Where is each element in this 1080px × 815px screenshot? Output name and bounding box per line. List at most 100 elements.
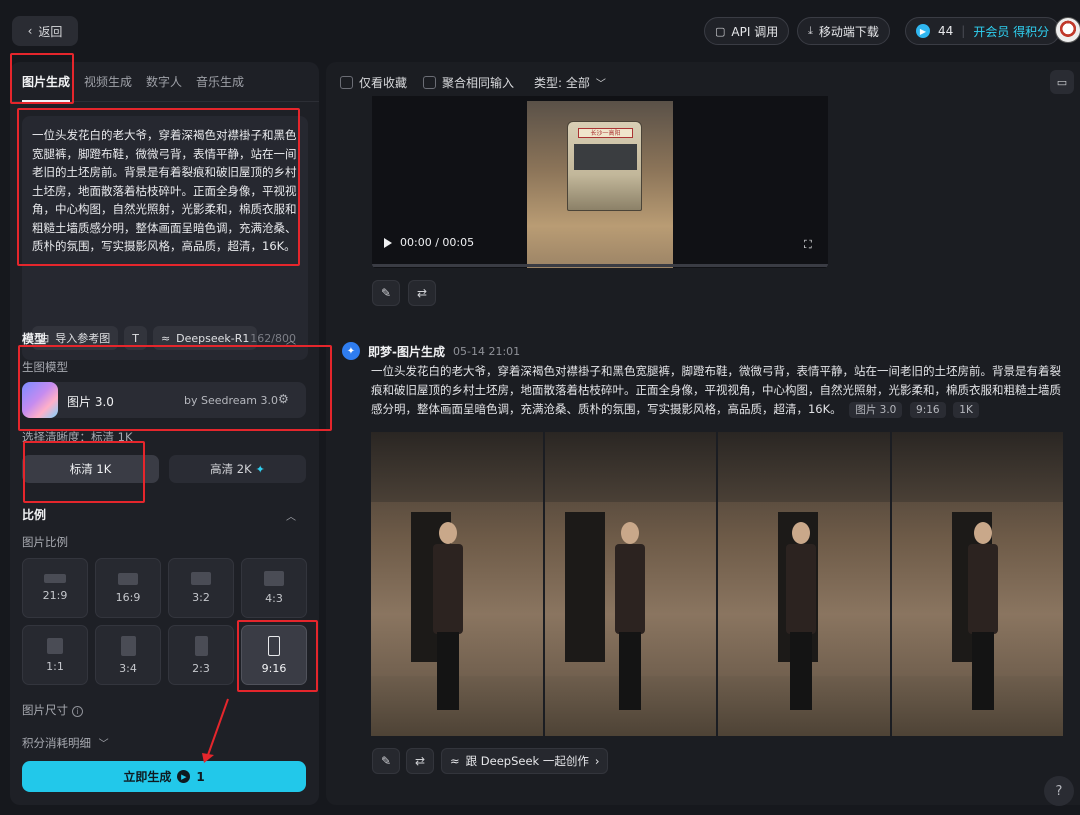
generated-image-1[interactable] [371, 432, 543, 736]
cost-detail-toggle[interactable]: 积分消耗明细 ﹀ [22, 735, 109, 751]
text-icon: T [132, 331, 139, 345]
video-frame: 长沙一高阳 [527, 101, 673, 268]
tab-video-generation[interactable]: 视频生成 [84, 62, 132, 102]
back-label: 返回 [38, 24, 63, 39]
download-label: 移动端下载 [818, 24, 879, 39]
chevron-down-icon: ﹀ [98, 739, 109, 750]
ratio-4-3[interactable]: 4:3 [241, 558, 307, 618]
generated-images [371, 432, 1063, 736]
generate-label: 立即生成 [123, 770, 172, 784]
old-man-figure [784, 522, 818, 712]
legs [971, 632, 994, 710]
chevron-down-icon: ﹀ [595, 79, 606, 90]
deepseek-create-label: 跟 DeepSeek 一起创作 [465, 754, 589, 768]
roof [371, 432, 543, 502]
video-time: 00:00 / 00:05 [400, 236, 475, 249]
ratio-shape-icon [264, 571, 284, 586]
ratio-9-16[interactable]: 9:16 [241, 625, 307, 685]
play-icon[interactable] [384, 237, 392, 248]
ratio-label: 3:4 [119, 661, 137, 675]
jimeng-logo-icon: ✦ [342, 342, 360, 360]
generated-image-2[interactable] [544, 432, 716, 736]
video-player[interactable]: 长沙一高阳 00:00 / 00:05 ⛶ [372, 96, 828, 268]
ratio-section-title: 比例 [22, 508, 47, 522]
ratio-21-9[interactable]: 21:9 [22, 558, 88, 618]
generation-tabs: 图片生成 视频生成 数字人 音乐生成 [10, 62, 319, 102]
credit-coin-icon: ▶ [177, 770, 191, 783]
body [433, 544, 463, 634]
body [967, 544, 998, 634]
deepseek-create-button[interactable]: ≈ 跟 DeepSeek 一起创作 › [441, 748, 609, 774]
aggregate-label: 聚合相同输入 [442, 76, 515, 90]
model-selector[interactable]: 图片 3.0 by Seedream 3.0 ⚙ [22, 382, 306, 418]
deepseek-whale-icon: ≈ [160, 331, 171, 345]
credit-count: 44 [938, 24, 954, 38]
tab-music-generation[interactable]: 音乐生成 [196, 62, 244, 102]
video-progress-bar[interactable] [372, 264, 828, 267]
ratio-2-3[interactable]: 2:3 [168, 625, 234, 685]
regenerate-icon[interactable]: ⇄ [408, 280, 436, 306]
settings-sliders-icon[interactable]: ⚙ [278, 392, 289, 406]
deepseek-button[interactable]: ≈ Deepseek-R1 [152, 326, 258, 350]
ratio-sub-label: 图片比例 [22, 535, 68, 549]
resolution-hint: 选择清晰度：标清 1K [22, 430, 133, 444]
avatar[interactable] [1055, 17, 1080, 43]
chevron-up-icon[interactable]: ︿ [286, 332, 296, 347]
type-filter-dropdown[interactable]: 类型: 全部 [534, 74, 590, 91]
mobile-download-button[interactable]: ⤓ 移动端下载 [797, 17, 890, 45]
edit-icon[interactable]: ✎ [372, 280, 400, 306]
tab-image-generation[interactable]: 图片生成 [22, 62, 71, 102]
fullscreen-icon[interactable]: ⛶ [804, 238, 812, 252]
top-bar: ‹ 返回 ▢ API 调用 ⤓ 移动端下载 ▶ 44 | 开会员 得积分 [0, 0, 1080, 62]
credits-vip-button[interactable]: ▶ 44 | 开会员 得积分 [905, 17, 1061, 45]
ratio-3-2[interactable]: 3:2 [168, 558, 234, 618]
filter-bar: 仅看收藏 聚合相同输入 类型: 全部 ﹀ [340, 74, 606, 91]
prompt-input[interactable]: 一位头发花白的老大爷，穿着深褐色对襟褂子和黑色宽腿裤，脚蹬布鞋，微微弓背，表情平… [22, 116, 308, 360]
info-icon[interactable]: i [72, 706, 83, 717]
resolution-1k-button[interactable]: 标清 1K [22, 455, 159, 483]
head [792, 522, 810, 544]
help-button[interactable]: ? [1044, 776, 1074, 806]
divider: | [961, 24, 966, 38]
generate-button[interactable]: 立即生成 ▶ 1 [22, 761, 306, 792]
generated-image-3[interactable] [718, 432, 890, 736]
bus-sign: 长沙一高阳 [578, 128, 633, 138]
ratio-label: 21:9 [42, 589, 68, 602]
text-format-button[interactable]: T [124, 326, 147, 350]
tag-resolution: 1K [953, 402, 979, 418]
tab-digital-human[interactable]: 数字人 [146, 62, 182, 102]
ratio-shape-icon [191, 572, 211, 585]
ratio-1-1[interactable]: 1:1 [22, 625, 88, 685]
generate-cost: 1 [196, 769, 205, 784]
model-section-title: 模型 [22, 332, 47, 346]
resolution-2k-button[interactable]: 高清 2K ✦ [169, 455, 306, 483]
model-sub-label: 生图模型 [22, 360, 68, 374]
vip-label: 开会员 得积分 [973, 24, 1050, 39]
cost-detail-text: 积分消耗明细 [22, 736, 91, 750]
regenerate-icon[interactable]: ⇄ [406, 748, 434, 774]
generation-prompt: 一位头发花白的老大爷，穿着深褐色对襟褂子和黑色宽腿裤，脚蹬布鞋，微微弓背，表情平… [371, 362, 1065, 419]
head [620, 522, 639, 544]
generation-title: 即梦-图片生成 [368, 344, 445, 359]
aggregate-checkbox[interactable] [423, 76, 437, 89]
edit-icon[interactable]: ✎ [372, 748, 400, 774]
chevron-up-icon[interactable]: ︿ [286, 508, 296, 523]
ratio-shape-icon [44, 574, 66, 583]
api-button[interactable]: ▢ API 调用 [704, 17, 790, 45]
results-panel: 仅看收藏 聚合相同输入 类型: 全部 ﹀ ▭ 长沙一高阳 00:00 / 00:… [326, 62, 1080, 806]
prompt-text[interactable]: 一位头发花白的老大爷，穿着深褐色对襟褂子和黑色宽腿裤，脚蹬布鞋，微微弓背，表情平… [32, 126, 298, 256]
image-size-text: 图片尺寸 [22, 703, 68, 717]
prompt-tools: ⊞ 导入参考图 T ≈ Deepseek-R1 [32, 326, 258, 350]
api-label: API 调用 [731, 24, 779, 39]
ratio-3-4[interactable]: 3:4 [95, 625, 161, 685]
ratio-16-9[interactable]: 16:9 [95, 558, 161, 618]
ratio-shape-icon [120, 635, 136, 656]
generated-image-4[interactable] [891, 432, 1063, 736]
old-man-figure [966, 522, 1000, 712]
back-button[interactable]: ‹ 返回 [12, 16, 78, 46]
roof [891, 432, 1063, 502]
legs [437, 632, 459, 710]
tag-ratio: 9:16 [910, 402, 946, 418]
favorites-checkbox[interactable] [340, 76, 353, 89]
folder-icon[interactable]: ▭ [1050, 70, 1074, 94]
